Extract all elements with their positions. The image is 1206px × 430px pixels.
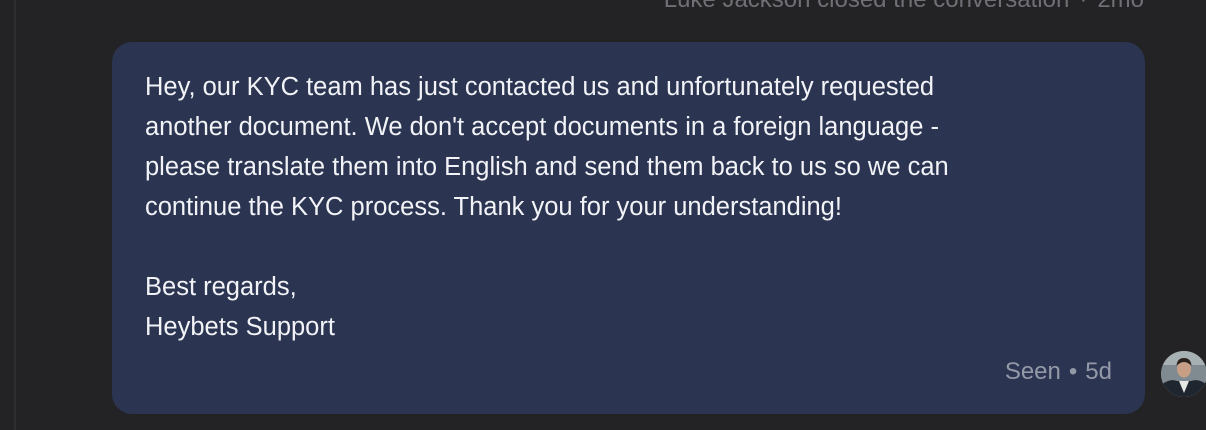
signoff-line: Best regards,: [145, 273, 297, 301]
seen-status: Seen: [1004, 358, 1061, 385]
message-line: another document. We don't accept docume…: [145, 113, 939, 141]
message-line: continue the KYC process. Thank you for …: [145, 193, 842, 221]
signoff-line: Heybets Support: [145, 313, 335, 341]
conversation-view: Luke Jackson closed the conversation·2mo…: [0, 0, 1206, 430]
meta-separator: •: [1068, 358, 1078, 385]
event-separator: ·: [1069, 0, 1097, 13]
message-meta: Seen • 5d: [1005, 357, 1112, 387]
event-time: 2mo: [1097, 0, 1144, 13]
divider: [14, 0, 16, 430]
user-avatar-icon[interactable]: [1161, 351, 1206, 397]
message-bubble[interactable]: Hey, our KYC team has just contacted us …: [112, 42, 1145, 414]
message-line: Hey, our KYC team has just contacted us …: [145, 73, 935, 101]
message-body: Hey, our KYC team has just contacted us …: [145, 67, 1105, 347]
event-text: Luke Jackson closed the conversation: [664, 0, 1070, 13]
message-line: please translate them into English and s…: [145, 153, 949, 181]
conversation-event: Luke Jackson closed the conversation·2mo: [664, 0, 1144, 14]
message-age: 5d: [1085, 358, 1112, 385]
avatar-illustration: [1161, 351, 1206, 397]
